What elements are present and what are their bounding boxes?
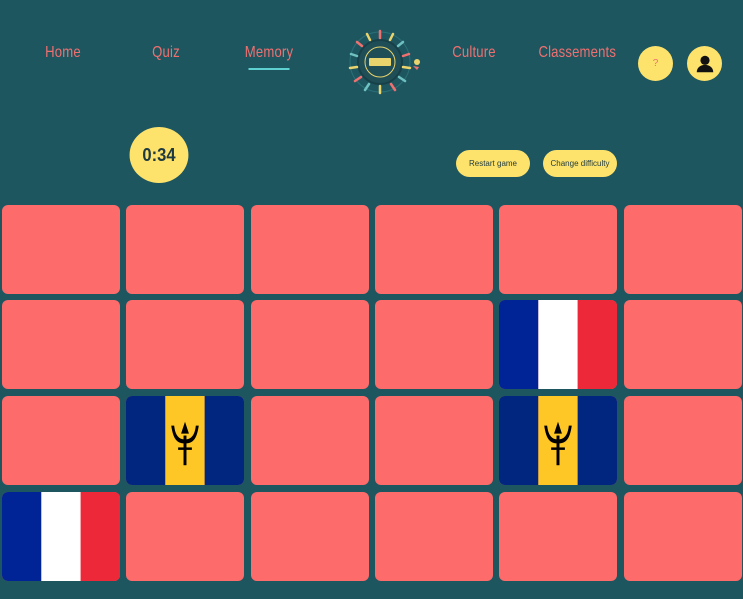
help-button[interactable]: ? — [638, 46, 673, 81]
memory-card-barbados[interactable] — [499, 396, 617, 485]
logo-icon — [348, 29, 420, 95]
memory-card-hidden[interactable] — [499, 205, 617, 294]
memory-card-hidden[interactable] — [624, 492, 742, 581]
nav-memory[interactable]: Memory — [242, 44, 296, 70]
memory-card-hidden[interactable] — [126, 300, 244, 389]
memory-board — [0, 203, 743, 583]
barbados-flag-icon — [126, 396, 244, 485]
barbados-flag-icon — [499, 396, 617, 485]
restart-game-button[interactable]: Restart game — [456, 150, 530, 177]
memory-card-hidden[interactable] — [251, 396, 369, 485]
memory-card-france[interactable] — [499, 300, 617, 389]
memory-card-hidden[interactable] — [126, 205, 244, 294]
memory-card-hidden[interactable] — [251, 492, 369, 581]
memory-card-hidden[interactable] — [375, 205, 493, 294]
memory-game-page: Home Quiz Memory Culture Classements ? 0… — [0, 0, 743, 599]
memory-card-hidden[interactable] — [251, 205, 369, 294]
change-difficulty-button[interactable]: Change difficulty — [543, 150, 617, 177]
nav-home[interactable]: Home — [36, 44, 90, 68]
memory-card-hidden[interactable] — [251, 300, 369, 389]
nav-quiz[interactable]: Quiz — [139, 44, 193, 68]
memory-card-hidden[interactable] — [375, 396, 493, 485]
france-flag-icon — [499, 300, 617, 389]
memory-card-hidden[interactable] — [2, 205, 120, 294]
memory-card-hidden[interactable] — [624, 396, 742, 485]
game-timer: 0:34 — [129, 127, 189, 183]
memory-card-france[interactable] — [2, 492, 120, 581]
memory-card-hidden[interactable] — [2, 396, 120, 485]
world-travel-logo[interactable] — [335, 18, 425, 106]
memory-card-hidden[interactable] — [375, 492, 493, 581]
memory-card-hidden[interactable] — [624, 300, 742, 389]
memory-card-hidden[interactable] — [624, 205, 742, 294]
memory-card-hidden[interactable] — [126, 492, 244, 581]
help-label: ? — [652, 58, 659, 69]
memory-card-hidden[interactable] — [2, 300, 120, 389]
memory-card-barbados[interactable] — [126, 396, 244, 485]
nav-classements[interactable]: Classements — [538, 44, 615, 68]
memory-card-hidden[interactable] — [499, 492, 617, 581]
user-icon — [696, 55, 713, 72]
france-flag-icon — [2, 492, 120, 581]
user-account-button[interactable] — [687, 46, 722, 81]
memory-card-hidden[interactable] — [375, 300, 493, 389]
nav-culture[interactable]: Culture — [447, 44, 501, 68]
